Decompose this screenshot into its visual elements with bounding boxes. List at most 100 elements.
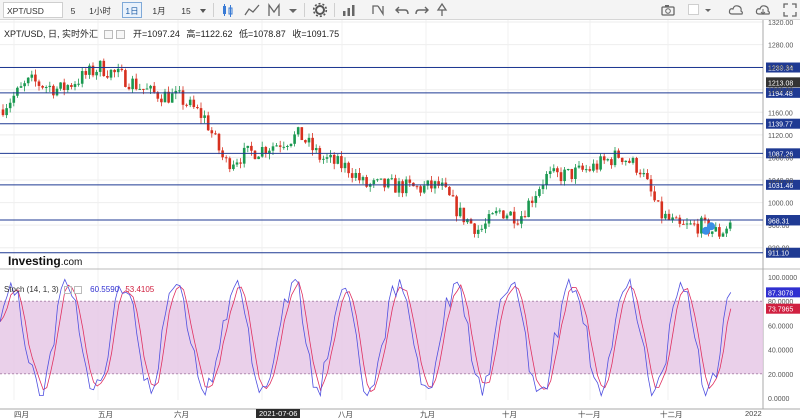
symbol-input[interactable]: XPT/USD xyxy=(3,2,63,18)
level-label: 1139.77 xyxy=(768,122,793,129)
candle-body xyxy=(545,173,548,185)
candle-body xyxy=(448,186,451,196)
candle-body xyxy=(354,172,358,178)
chart-toolbar: XPT/USD 5 1小时 1日 1月 15 xyxy=(0,0,800,20)
stoch-k-value: 60.5590 xyxy=(90,285,120,294)
candle-body xyxy=(692,223,696,225)
candle-body xyxy=(530,200,534,203)
compare-icon[interactable] xyxy=(370,2,386,18)
timeframe-1h[interactable]: 1小时 xyxy=(86,2,114,18)
gear-icon[interactable] xyxy=(312,2,328,18)
stoch-d-value: 53.4105 xyxy=(125,285,155,294)
timeframe-1d[interactable]: 1日 xyxy=(122,2,142,18)
price-chart[interactable]: 1239.341194.481139.771087.261031.46969.0… xyxy=(0,20,800,419)
candle-body xyxy=(296,127,300,135)
candle-body xyxy=(37,81,41,86)
area-chart-icon[interactable] xyxy=(244,2,260,18)
camera-icon[interactable] xyxy=(660,2,676,18)
price-levels: 1239.341194.481139.771087.261031.46969.0… xyxy=(0,62,800,258)
candle-body xyxy=(620,157,624,163)
drawing-dropdown-icon[interactable] xyxy=(285,2,301,18)
timeframe-5m[interactable]: 5 xyxy=(66,2,80,18)
candle-body xyxy=(588,169,592,171)
candle-body xyxy=(498,210,502,212)
candle-body xyxy=(350,173,354,178)
candle-body xyxy=(217,133,221,151)
candle-body xyxy=(23,83,26,87)
stoch-legend: Stoch (14, 1, 3) 60.5590 53.4105 xyxy=(4,285,154,294)
redo-icon[interactable] xyxy=(414,2,430,18)
x-tick-label: 四月 xyxy=(14,410,29,419)
candle-body xyxy=(124,70,127,87)
candle-body xyxy=(656,200,660,202)
candlestick-icon[interactable] xyxy=(219,2,235,18)
timeframe-dropdown-button[interactable] xyxy=(197,2,209,18)
candle-body xyxy=(624,160,628,163)
candle-body xyxy=(505,215,509,219)
candle-body xyxy=(228,158,232,170)
candle-body xyxy=(152,85,156,93)
candle-body xyxy=(5,108,8,116)
candle-body xyxy=(59,82,62,89)
candle-body xyxy=(570,168,574,180)
candle-body xyxy=(300,127,304,141)
candle-body xyxy=(404,179,408,194)
candle-body xyxy=(638,172,642,175)
timeframe-1m[interactable]: 1月 xyxy=(149,2,169,18)
candle-body xyxy=(48,85,52,88)
pin-icon[interactable] xyxy=(434,2,450,18)
candle-body xyxy=(340,156,343,169)
candle-body xyxy=(577,165,581,168)
candle-body xyxy=(8,102,12,109)
indicators-icon[interactable] xyxy=(341,2,357,18)
candle-body xyxy=(394,178,397,193)
candle-body xyxy=(149,85,152,89)
candle-body xyxy=(358,172,361,181)
candle-body xyxy=(361,177,365,181)
color-picker-box[interactable] xyxy=(688,4,699,15)
candle-body xyxy=(390,178,394,180)
candle-body xyxy=(592,163,595,171)
candle-body xyxy=(109,69,113,78)
cloud-download-icon[interactable] xyxy=(755,2,771,18)
candle-body xyxy=(527,200,530,218)
candle-body xyxy=(325,157,329,159)
candle-body xyxy=(307,137,311,143)
stoch-settings-box[interactable] xyxy=(63,285,72,294)
current-price-label: 968.31 xyxy=(768,218,790,225)
candle-body xyxy=(714,227,718,232)
candle-body xyxy=(322,158,325,160)
stoch-k-label: 87.3078 xyxy=(768,290,793,297)
cloud-icon[interactable] xyxy=(728,2,744,18)
price-tick: 1280.00 xyxy=(768,43,793,50)
candle-body xyxy=(170,93,174,103)
undo-icon[interactable] xyxy=(394,2,410,18)
candle-body xyxy=(84,71,88,75)
candle-body xyxy=(332,154,336,164)
candle-body xyxy=(581,165,584,170)
candle-body xyxy=(502,210,505,219)
candle-body xyxy=(145,88,149,90)
candle-body xyxy=(196,107,199,109)
candle-body xyxy=(98,60,102,72)
candle-body xyxy=(610,159,613,166)
price-tick: 1120.00 xyxy=(768,133,793,140)
candle-body xyxy=(138,88,142,90)
candle-body xyxy=(617,150,620,158)
fullscreen-icon[interactable] xyxy=(782,2,798,18)
stoch-hide-box[interactable] xyxy=(73,285,82,294)
candle-body xyxy=(401,181,404,194)
candles xyxy=(1,58,732,240)
candle-body xyxy=(397,181,401,193)
candle-body xyxy=(188,99,192,106)
timeframe-15[interactable]: 15 xyxy=(176,2,196,18)
legend-hide-box[interactable] xyxy=(115,30,125,40)
candle-body xyxy=(44,87,48,89)
stoch-tick: 40.0000 xyxy=(768,348,793,355)
candle-body xyxy=(289,143,293,146)
chevron-down-icon[interactable] xyxy=(700,2,716,18)
legend-low: 低=1078.87 xyxy=(239,29,286,39)
candle-body xyxy=(314,148,318,151)
drawing-tool-icon[interactable] xyxy=(266,2,282,18)
legend-settings-box[interactable] xyxy=(103,30,113,40)
